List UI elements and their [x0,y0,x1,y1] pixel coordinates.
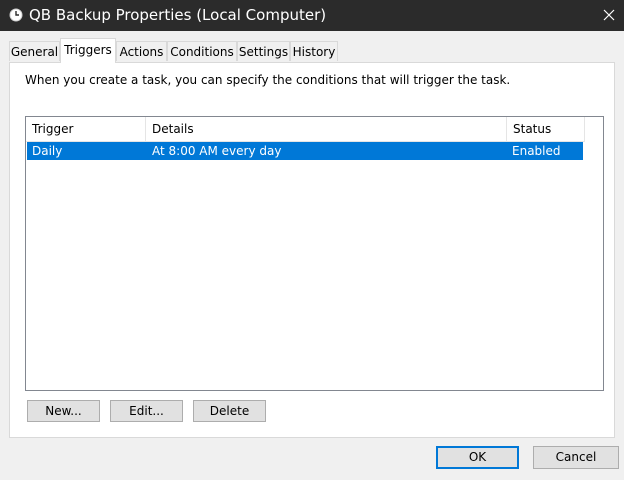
trigger-cell: Daily [32,144,63,158]
triggers-panel: When you create a task, you can specify … [9,62,615,438]
ok-button[interactable]: OK [436,446,519,469]
delete-button[interactable]: Delete [193,400,266,422]
tab-triggers[interactable]: Triggers [60,38,116,63]
tab-actions[interactable]: Actions [116,41,167,61]
window-title: QB Backup Properties (Local Computer) [29,6,327,24]
tab-history[interactable]: History [290,41,338,61]
status-cell: Enabled [512,144,561,158]
triggers-list[interactable]: Trigger Details Status Daily At 8:00 AM … [25,116,604,391]
close-icon [603,9,615,21]
column-header-trigger[interactable]: Trigger [26,117,146,141]
tab-conditions[interactable]: Conditions [167,41,237,61]
tab-settings[interactable]: Settings [237,41,290,61]
new-button[interactable]: New... [27,400,100,422]
close-button[interactable] [594,0,624,31]
tab-general[interactable]: General [9,41,60,61]
clock-icon [9,8,23,22]
edit-button[interactable]: Edit... [110,400,183,422]
column-header-status[interactable]: Status [507,117,585,141]
intro-text: When you create a task, you can specify … [25,73,511,87]
title-bar: QB Backup Properties (Local Computer) [0,0,624,31]
cancel-button[interactable]: Cancel [533,446,619,469]
column-header-details[interactable]: Details [146,117,507,141]
details-cell: At 8:00 AM every day [152,144,282,158]
table-row[interactable]: Daily At 8:00 AM every day Enabled [27,142,583,160]
